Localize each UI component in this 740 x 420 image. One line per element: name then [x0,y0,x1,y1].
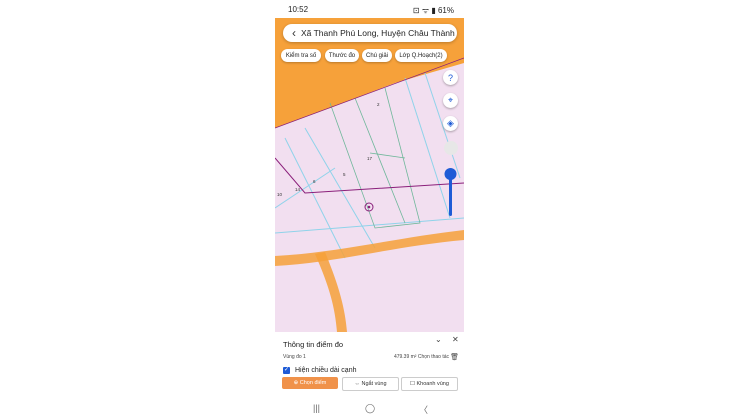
area-row: Vùng đo 1 479.39 m² Chọn thao tác 🗑 [283,353,459,361]
close-area-button[interactable]: ☐ Khoanh vùng [401,377,458,391]
parcel-label: 17 [367,156,373,161]
help-icon[interactable]: ? [443,70,458,85]
map-canvas[interactable]: 2 17 5 6 14 10 [275,18,464,332]
recent-apps-icon[interactable]: ||| [313,403,320,413]
parcel-label: 14 [295,187,301,192]
search-bar[interactable]: ‹ Xã Thanh Phú Long, Huyện Châu Thành [283,24,457,42]
home-icon[interactable]: ◯ [365,403,375,414]
show-edge-length-checkbox[interactable]: ✓ Hiện chiều dài cạnh [283,367,357,374]
measure-info-sheet: Thông tin điểm đo ⌄ ✕ Vùng đo 1 479.39 m… [275,332,464,402]
layers-icon[interactable]: ◈ [443,116,458,131]
area-name: Vùng đo 1 [283,354,306,360]
status-time: 10:52 [288,5,309,14]
compass-icon[interactable]: ⌖ [443,93,458,108]
select-point-button[interactable]: ⊕ Chọn điểm [282,377,338,389]
area-action-link[interactable]: Chọn thao tác [418,354,449,360]
sheet-title: Thông tin điểm đo [283,340,344,349]
trash-icon[interactable]: 🗑 [450,353,459,361]
back-arrow-icon[interactable]: ‹ [287,26,301,40]
disconnect-area-button[interactable]: ⇔ Ngắt vùng [342,377,399,391]
area-value: 479.39 m² [393,354,417,360]
phone-screen: 10:52 ⊡ ᯤ ▮ 61% 2 17 5 6 14 10 ‹ Xã Than… [275,0,464,420]
planning-layer-button[interactable]: Lớp Q.Hoạch(2) [395,49,447,62]
check-number-button[interactable]: Kiểm tra số [281,49,321,62]
status-icons: ⊡ ᯤ ▮ 61% [412,6,454,15]
ruler-button[interactable]: Thước đo [325,49,359,62]
checkbox-checked-icon[interactable]: ✓ [283,367,290,374]
close-icon[interactable]: ✕ [452,335,459,344]
collapse-chevron-icon[interactable]: ⌄ [435,335,442,344]
legend-button[interactable]: Chú giải [362,49,392,62]
checkbox-label: Hiện chiều dài cạnh [295,367,357,374]
back-nav-icon[interactable]: 〈 [419,403,428,416]
android-nav-bar: ||| ◯ 〈 [275,402,464,420]
status-bar: 10:52 ⊡ ᯤ ▮ 61% [275,0,464,18]
location-title: Xã Thanh Phú Long, Huyện Châu Thành [301,28,455,38]
parcel-label: 10 [277,192,283,197]
